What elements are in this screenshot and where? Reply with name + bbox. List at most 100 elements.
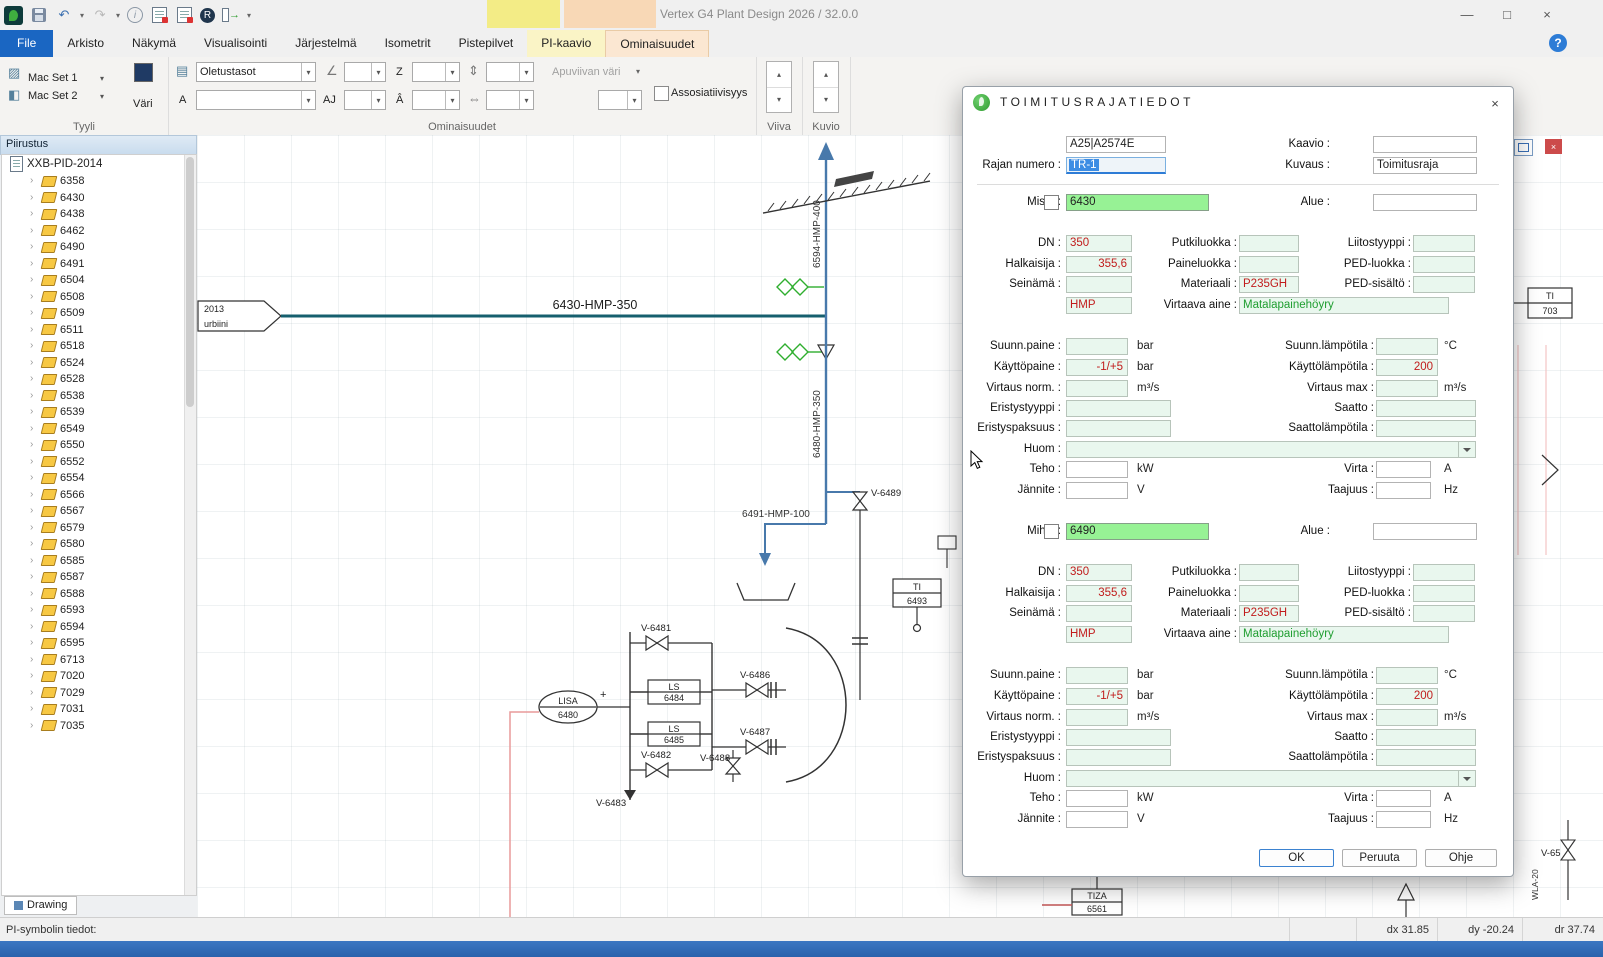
drawing-tree[interactable]: XXB-PID-2014 › 6358 › 6430 › 6438 › 6462… <box>1 154 197 896</box>
text-width-combobox[interactable]: ▾ <box>486 90 534 110</box>
teho-field[interactable] <box>1066 790 1128 807</box>
tree-expander-icon[interactable]: › <box>30 652 38 669</box>
tree-item[interactable]: › 6539 <box>2 404 196 421</box>
undo-menu-icon[interactable]: ▾ <box>80 11 84 20</box>
valve-v6483[interactable]: V-6483 <box>596 790 636 809</box>
tree-expander-icon[interactable]: › <box>30 470 38 487</box>
instrument-ti-703[interactable]: TI 703 <box>1514 288 1572 318</box>
tree-expander-icon[interactable]: › <box>30 404 38 421</box>
virta-field[interactable] <box>1376 461 1431 478</box>
virtaus-norm-field[interactable] <box>1066 709 1128 726</box>
tree-expander-icon[interactable]: › <box>30 305 38 322</box>
drawing-bottom-tab[interactable]: Drawing <box>4 896 77 915</box>
mac-set-1-button[interactable]: Mac Set 1▾ <box>28 70 104 86</box>
tab-file[interactable]: File <box>0 30 53 57</box>
eristystyyppi-field[interactable] <box>1066 400 1171 417</box>
tree-item[interactable]: › 6430 <box>2 190 196 207</box>
tree-item[interactable]: › 6524 <box>2 355 196 372</box>
tree-expander-icon[interactable]: › <box>30 685 38 702</box>
tree-expander-icon[interactable]: › <box>30 635 38 652</box>
tree-item[interactable]: › 6511 <box>2 322 196 339</box>
saattolampotila-field[interactable] <box>1376 749 1476 766</box>
assosiatiivisyys-checkbox[interactable] <box>654 86 669 101</box>
tree-expander-icon[interactable]: › <box>30 437 38 454</box>
tree-expander-icon[interactable]: › <box>30 718 38 735</box>
tree-item[interactable]: › 6508 <box>2 289 196 306</box>
aj-combobox[interactable]: ▾ <box>344 90 386 110</box>
code-field[interactable]: A25|A2574E <box>1066 136 1166 153</box>
eristyspaksuus-field[interactable] <box>1066 420 1171 437</box>
tree-item[interactable]: › 7029 <box>2 685 196 702</box>
tab-pistepilvet[interactable]: Pistepilvet <box>445 30 528 57</box>
paineluokka-field[interactable] <box>1239 256 1299 273</box>
offpage-connector[interactable]: 2013 urbiini <box>198 301 281 331</box>
ped-luokka-field[interactable] <box>1413 585 1475 602</box>
apuviivan-vari-combobox[interactable]: ▾ <box>598 90 642 110</box>
virtaus-max-field[interactable] <box>1376 709 1438 726</box>
valve-v6487[interactable]: V-6487 <box>712 727 786 755</box>
close-drawing-icon[interactable]: × <box>1545 139 1562 154</box>
tree-item[interactable]: › 6438 <box>2 206 196 223</box>
huom-dropdown[interactable] <box>1066 441 1476 458</box>
a-hat-combobox[interactable]: ▾ <box>412 90 460 110</box>
tree-item[interactable]: › 6554 <box>2 470 196 487</box>
tree-expander-icon[interactable]: › <box>30 421 38 438</box>
tree-item[interactable]: › 6509 <box>2 305 196 322</box>
tree-item[interactable]: › 6528 <box>2 371 196 388</box>
dialog-title-bar[interactable]: TOIMITUSRAJATIEDOT <box>963 87 1513 117</box>
color-swatch[interactable] <box>134 63 153 82</box>
instrument-lisa-6480[interactable]: LISA 6480 + <box>539 689 630 723</box>
tree-expander-icon[interactable]: › <box>30 388 38 405</box>
ped-sisalto-field[interactable] <box>1413 276 1475 293</box>
tree-item[interactable]: › 6595 <box>2 635 196 652</box>
suunn-paine-field[interactable] <box>1066 667 1128 684</box>
kuvio-stepper[interactable]: ▴▾ <box>813 61 839 113</box>
kayttolampotila-field[interactable]: 200 <box>1376 359 1438 376</box>
saattolampotila-field[interactable] <box>1376 420 1476 437</box>
suunn-paine-field[interactable] <box>1066 338 1128 355</box>
rajan-numero-field[interactable]: TR-1 <box>1066 157 1166 174</box>
tree-item[interactable]: › 6593 <box>2 602 196 619</box>
jannite-field[interactable] <box>1066 482 1128 499</box>
registered-icon[interactable]: R <box>200 8 215 23</box>
tree-expander-icon[interactable]: › <box>30 520 38 537</box>
tree-expander-icon[interactable]: › <box>30 553 38 570</box>
maximize-button[interactable]: □ <box>1487 0 1527 29</box>
tree-scrollbar[interactable] <box>184 155 196 895</box>
instrument-ls-6485[interactable]: LS 6485 <box>648 722 700 746</box>
tree-expander-icon[interactable]: › <box>30 289 38 306</box>
tree-item[interactable]: › 6549 <box>2 421 196 438</box>
tree-expander-icon[interactable]: › <box>30 668 38 685</box>
target-checkbox[interactable] <box>1044 195 1059 210</box>
valve-v6481[interactable]: V-6481 <box>630 623 712 650</box>
kayttopaine-field[interactable]: -1/+5 <box>1066 688 1128 705</box>
valve-v6489[interactable]: V-6489 <box>826 488 901 700</box>
taajuus-field[interactable] <box>1376 811 1431 828</box>
dropdown-arrow-icon[interactable] <box>1458 442 1475 457</box>
paineluokka-field[interactable] <box>1239 585 1299 602</box>
tree-item[interactable]: › 6587 <box>2 569 196 586</box>
tab-ominaisuudet[interactable]: Ominaisuudet <box>605 30 709 57</box>
tree-item[interactable]: › 6588 <box>2 586 196 603</box>
kayttopaine-field[interactable]: -1/+5 <box>1066 359 1128 376</box>
valve-v6488[interactable]: V-6488 <box>700 750 740 782</box>
tree-item[interactable]: › 6550 <box>2 437 196 454</box>
instrument-tiza-6561[interactable]: TIZA 6561 <box>1042 876 1122 915</box>
tree-expander-icon[interactable]: › <box>30 536 38 553</box>
tree-item[interactable]: › 6552 <box>2 454 196 471</box>
revision-icon[interactable] <box>150 6 168 24</box>
tab-isometrit[interactable]: Isometrit <box>371 30 445 57</box>
virta-field[interactable] <box>1376 790 1431 807</box>
tree-expander-icon[interactable]: › <box>30 239 38 256</box>
tree-expander-icon[interactable]: › <box>30 487 38 504</box>
markup-icon[interactable] <box>175 6 193 24</box>
restore-drawing-icon[interactable] <box>1514 139 1533 156</box>
saatto-field[interactable] <box>1376 729 1476 746</box>
dialog-close-icon[interactable]: × <box>1487 95 1503 111</box>
mac-set-2-button[interactable]: Mac Set 2▾ <box>28 88 104 104</box>
pipe-6491[interactable]: 6491-HMP-100 <box>742 509 826 566</box>
ok-button[interactable]: OK <box>1259 849 1334 867</box>
kaavio-field[interactable] <box>1373 136 1477 153</box>
ped-sisalto-field[interactable] <box>1413 605 1475 622</box>
liitostyyppi-field[interactable] <box>1413 235 1475 252</box>
